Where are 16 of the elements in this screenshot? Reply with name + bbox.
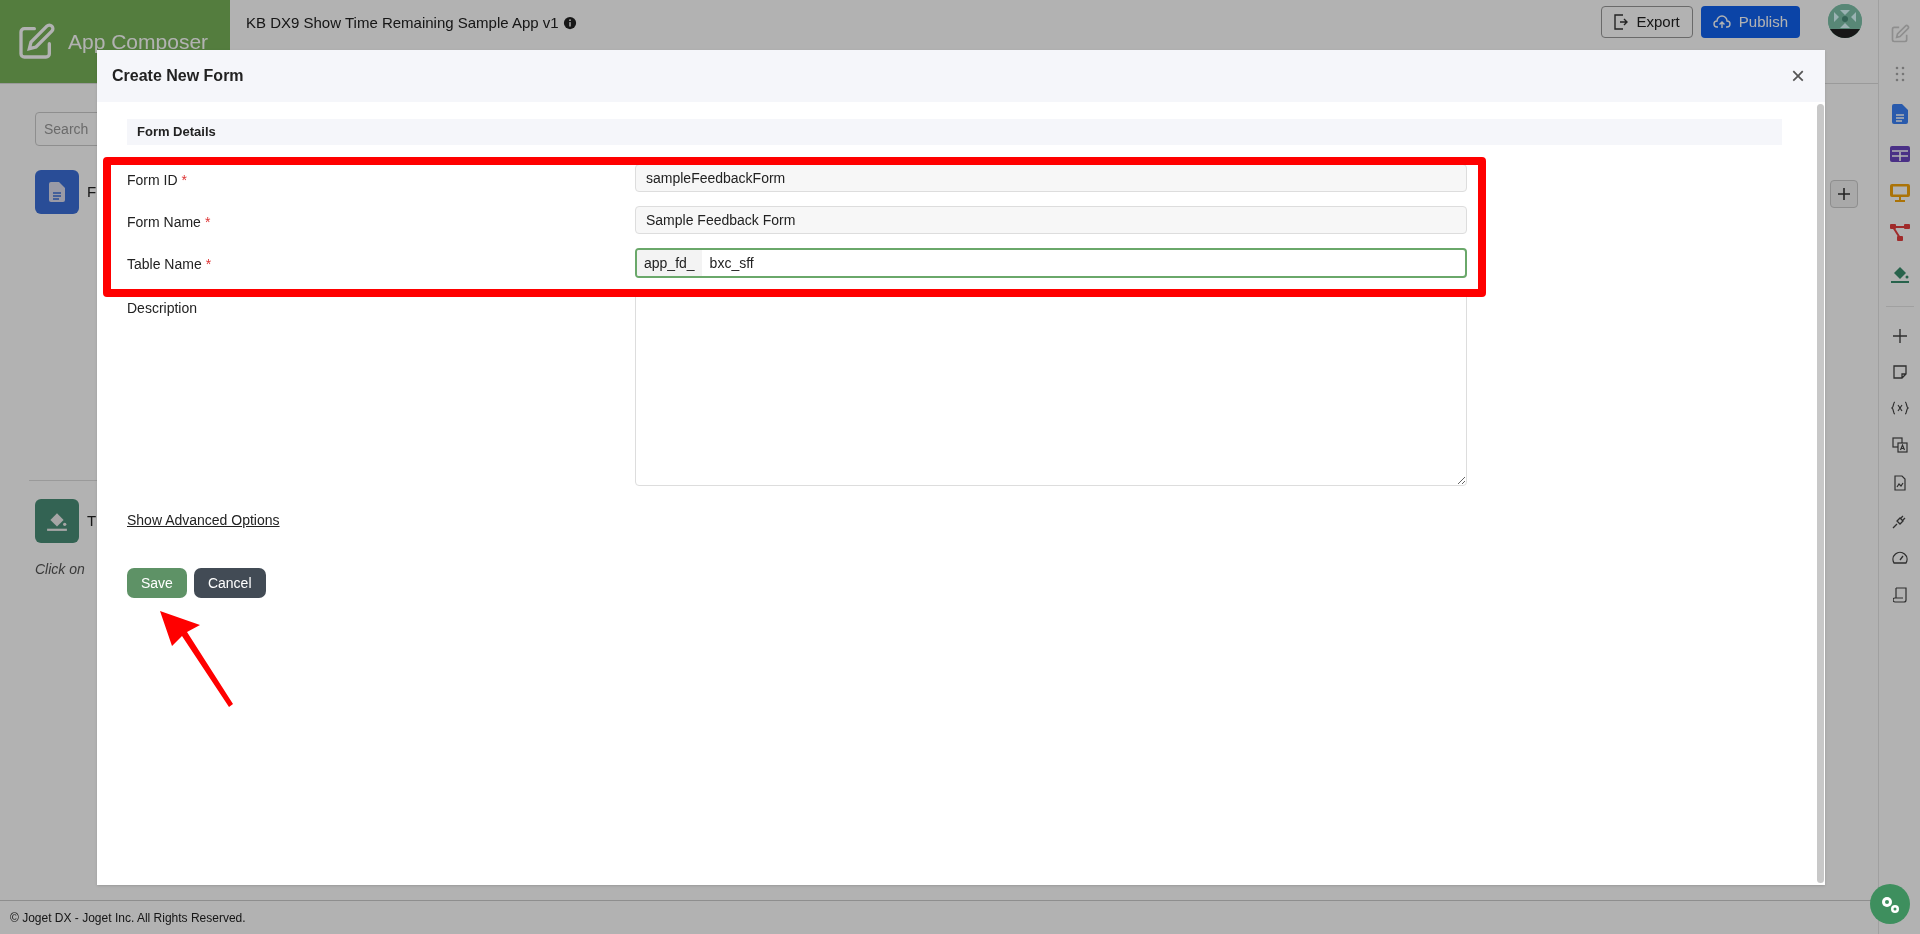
item-label: T xyxy=(87,510,97,531)
input-prefix: app_fd_ xyxy=(637,250,702,276)
modal-title: Create New Form xyxy=(112,66,244,86)
field-label: Form ID xyxy=(127,171,178,190)
section-title: Form Details xyxy=(137,123,216,142)
field-label: Table Name xyxy=(127,255,202,274)
footer-text: © Joget DX - Joget Inc. All Rights Reserved. xyxy=(10,909,246,927)
required-marker: * xyxy=(204,213,211,232)
item-label: F xyxy=(87,181,97,202)
field-label: Form Name xyxy=(127,213,201,232)
field-label: Description xyxy=(127,299,198,318)
required-marker: * xyxy=(205,255,212,274)
required-marker: * xyxy=(181,171,187,190)
app-name: App Composer xyxy=(68,28,209,55)
app-title: KB DX9 Show Time Remaining Sample App v1 xyxy=(246,13,559,33)
hint-text: Click on xyxy=(35,560,86,579)
